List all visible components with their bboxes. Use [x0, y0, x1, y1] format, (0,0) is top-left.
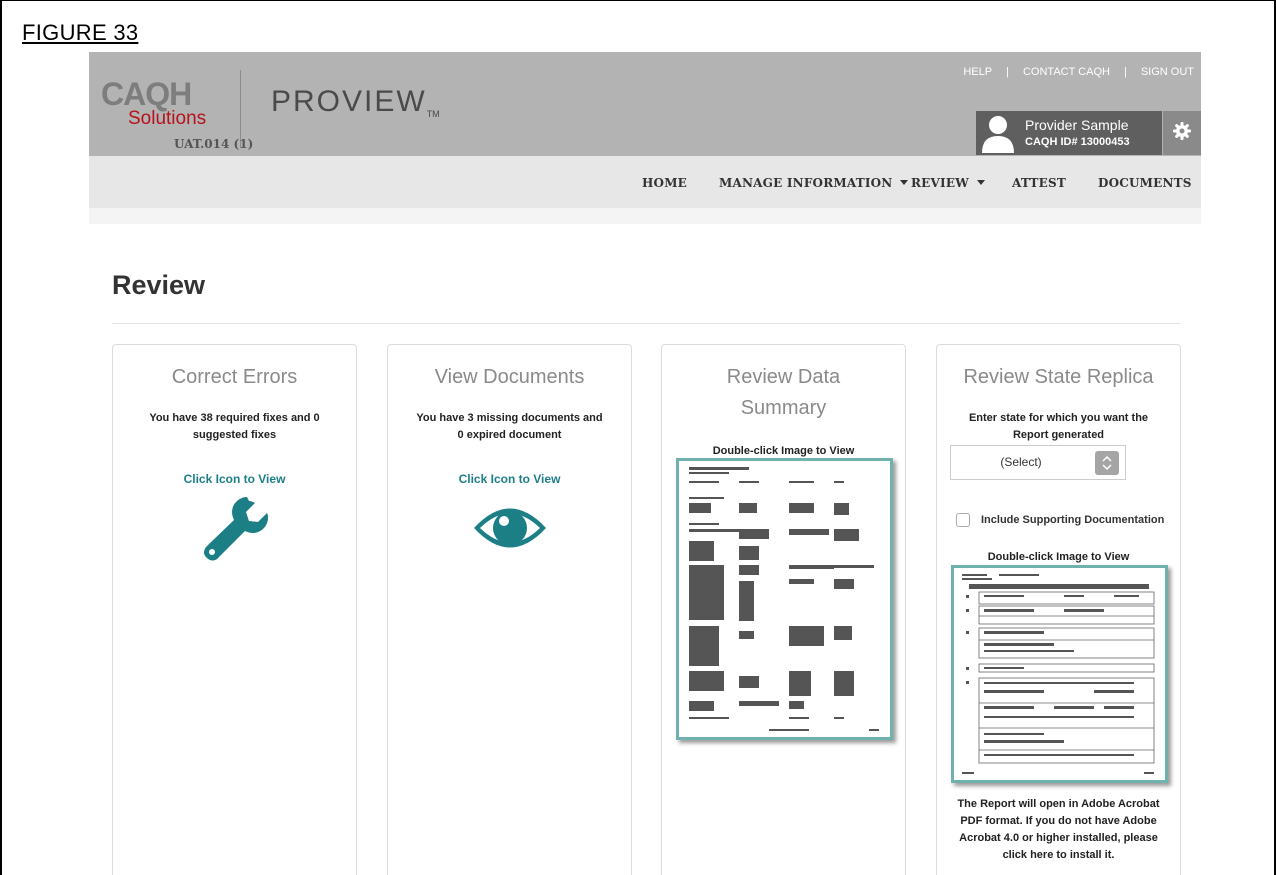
card-description: You have 38 required fixes and 0 suggest… [149, 412, 320, 441]
trademark-mark: TM [426, 109, 440, 119]
chevron-down-icon [976, 180, 985, 185]
nav-manage-information[interactable]: MANAGE INFORMATION [719, 176, 909, 190]
include-supporting-docs-checkbox[interactable] [956, 513, 970, 527]
nav-documents[interactable]: DOCUMENTS [1098, 176, 1192, 190]
card-title: Review State Replica [963, 366, 1154, 388]
page-title: Review [112, 270, 206, 300]
wrench-icon[interactable] [201, 495, 271, 561]
chevron-down-icon [900, 180, 909, 185]
state-select-value: (Select) [1000, 455, 1042, 469]
link-separator: | [1006, 66, 1009, 78]
nav-manage-label: MANAGE INFORMATION [719, 176, 893, 190]
link-separator: | [1123, 66, 1127, 78]
sign-out-link[interactable]: SIGN OUT [1141, 66, 1194, 78]
card-title: View Documents [434, 366, 585, 388]
figure-label: FIGURE 33 [22, 20, 139, 45]
gear-icon [1173, 122, 1191, 140]
nav-attest[interactable]: ATTEST [1012, 176, 1066, 190]
logo-solutions-text: Solutions [128, 108, 207, 129]
version-label: UAT.014 (1) [174, 137, 254, 151]
help-link[interactable]: HELP [963, 66, 992, 78]
card-description: You have 3 missing documents and 0 expir… [416, 412, 603, 441]
review-state-replica-card: Review State Replica Enter state for whi… [936, 344, 1181, 875]
title-divider [112, 323, 1180, 324]
click-icon-link[interactable]: Click Icon to View [113, 472, 356, 486]
document-preview-image [689, 467, 879, 731]
thumbnail-caption: Double-click Image to View [987, 551, 1130, 563]
nav-home[interactable]: HOME [642, 176, 687, 190]
caqh-logo[interactable]: CAQH Solutions [101, 76, 226, 132]
review-data-summary-card: Review Data Summary Double-click Image t… [661, 344, 906, 875]
user-name: Provider Sample [1025, 117, 1129, 133]
state-select[interactable]: (Select) [950, 445, 1126, 480]
correct-errors-card: Correct Errors You have 38 required fixe… [112, 344, 357, 875]
nav-review-label: REVIEW [911, 176, 969, 190]
select-arrows-icon [1095, 451, 1119, 475]
click-icon-link[interactable]: Click Icon to View [388, 472, 631, 486]
document-preview-image [962, 574, 1155, 774]
view-documents-card: View Documents You have 3 missing docume… [387, 344, 632, 875]
contact-caqh-link[interactable]: CONTACT CAQH [1023, 66, 1110, 78]
card-title: Review Data Summary [726, 366, 841, 419]
eye-icon[interactable] [472, 503, 548, 553]
product-name: PROVIEWTM [271, 85, 440, 119]
nav-review[interactable]: REVIEW [911, 176, 985, 190]
product-name-text: PROVIEW [271, 85, 427, 118]
state-replica-thumbnail[interactable] [951, 565, 1168, 783]
state-instruction: Enter state for which you want the Repor… [968, 412, 1149, 441]
user-avatar-icon [982, 116, 1014, 153]
top-links: HELP | CONTACT CAQH | SIGN OUT [963, 66, 1194, 78]
data-summary-thumbnail[interactable] [676, 458, 893, 740]
caqh-id: CAQH ID# 13000453 [1025, 136, 1130, 148]
acrobat-note[interactable]: The Report will open in Adobe Acrobat PD… [937, 796, 1180, 864]
checkbox-label: Include Supporting Documentation [981, 514, 1165, 526]
card-title: Correct Errors [171, 366, 298, 388]
nav-shadow-strip [89, 208, 1201, 224]
